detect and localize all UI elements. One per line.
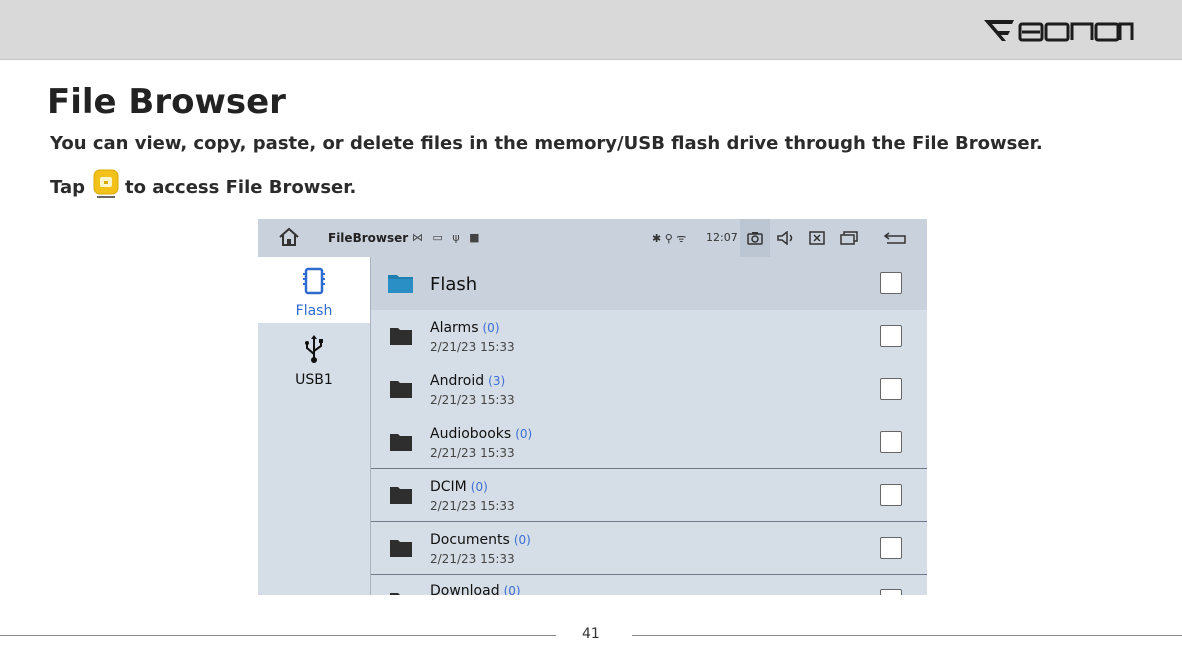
file-name: DCIM (0) — [430, 479, 488, 495]
page-number: 41 — [582, 626, 600, 642]
device-screenshot: FileBrowser ⋈ ▭ ψ ■ ✱ ⚲ ᯤ 12:07 Flash US… — [258, 219, 927, 595]
back-icon[interactable] — [882, 225, 908, 251]
file-name: Download (0) — [430, 583, 521, 595]
file-row[interactable]: Audiobooks (0) 2/21/23 15:33 — [371, 416, 927, 469]
file-count: (0) — [515, 427, 533, 441]
page-title: File Browser — [47, 82, 286, 122]
usb-icon — [305, 335, 323, 363]
multiwindow-icon[interactable] — [836, 225, 862, 251]
file-name: Android (3) — [430, 373, 506, 389]
file-name: Audiobooks (0) — [430, 426, 533, 442]
eonon-logo — [984, 20, 1134, 42]
close-window-icon[interactable] — [804, 225, 830, 251]
tap-instruction: Tap to access File Browser. — [50, 169, 357, 202]
sidebar-item-usb1[interactable]: USB1 — [258, 324, 370, 390]
folder-icon — [390, 540, 412, 557]
file-list-panel: Flash Alarms (0) 2/21/23 15:33 Android (3)… — [371, 257, 927, 595]
file-count: (3) — [488, 374, 506, 388]
tap-text-after: to access File Browser. — [125, 176, 357, 198]
sidebar-label-flash: Flash — [295, 303, 333, 319]
clock: 12:07 — [706, 231, 738, 244]
file-date: 2/21/23 15:33 — [430, 499, 515, 513]
status-bar: FileBrowser ⋈ ▭ ψ ■ ✱ ⚲ ᯤ 12:07 — [258, 219, 927, 257]
current-folder-header: Flash — [371, 257, 927, 310]
header-band — [0, 0, 1182, 60]
volume-icon[interactable] — [773, 225, 799, 251]
current-folder-title: Flash — [430, 274, 478, 295]
file-count: (0) — [470, 480, 488, 494]
folder-open-icon — [388, 275, 413, 293]
file-checkbox[interactable] — [880, 589, 902, 595]
file-name: Documents (0) — [430, 532, 531, 548]
notification-icons: ⋈ ▭ ψ ■ — [412, 231, 483, 244]
memory-chip-icon — [303, 267, 325, 295]
file-date: 2/21/23 15:33 — [430, 552, 515, 566]
storage-sidebar: Flash USB1 — [258, 257, 371, 595]
folder-icon — [390, 434, 412, 451]
file-checkbox[interactable] — [880, 431, 902, 453]
file-browser-app-icon[interactable] — [93, 169, 119, 199]
folder-icon — [390, 328, 412, 345]
file-date: 2/21/23 15:33 — [430, 340, 515, 354]
folder-icon — [390, 381, 412, 398]
file-checkbox[interactable] — [880, 325, 902, 347]
file-date: 2/21/23 15:33 — [430, 446, 515, 460]
footer-rule-right — [632, 635, 1182, 636]
file-name: Alarms (0) — [430, 320, 500, 336]
file-row[interactable]: Android (3) 2/21/23 15:33 — [371, 363, 927, 416]
brand-logo — [984, 18, 1134, 44]
footer-rule-left — [0, 635, 556, 636]
sidebar-label-usb1: USB1 — [295, 372, 333, 388]
file-checkbox[interactable] — [880, 537, 902, 559]
home-icon[interactable] — [278, 227, 300, 251]
file-row[interactable]: DCIM (0) 2/21/23 15:33 — [371, 469, 927, 522]
app-name: FileBrowser — [328, 231, 409, 245]
folder-icon — [390, 593, 412, 595]
file-count: (0) — [513, 533, 531, 547]
intro-text: You can view, copy, paste, or delete fil… — [50, 133, 1043, 154]
folder-icon — [390, 487, 412, 504]
file-row[interactable]: Download (0) — [371, 575, 927, 595]
file-checkbox[interactable] — [880, 484, 902, 506]
camera-icon[interactable] — [742, 225, 768, 251]
file-count: (0) — [503, 584, 521, 595]
select-all-checkbox[interactable] — [880, 272, 902, 294]
sidebar-item-flash[interactable]: Flash — [258, 257, 370, 323]
file-row[interactable]: Documents (0) 2/21/23 15:33 — [371, 522, 927, 575]
file-checkbox[interactable] — [880, 378, 902, 400]
tap-text-before: Tap — [50, 176, 85, 198]
file-row[interactable]: Alarms (0) 2/21/23 15:33 — [371, 310, 927, 363]
file-date: 2/21/23 15:33 — [430, 393, 515, 407]
system-status-icons: ✱ ⚲ ᯤ — [652, 232, 687, 245]
file-count: (0) — [482, 321, 500, 335]
